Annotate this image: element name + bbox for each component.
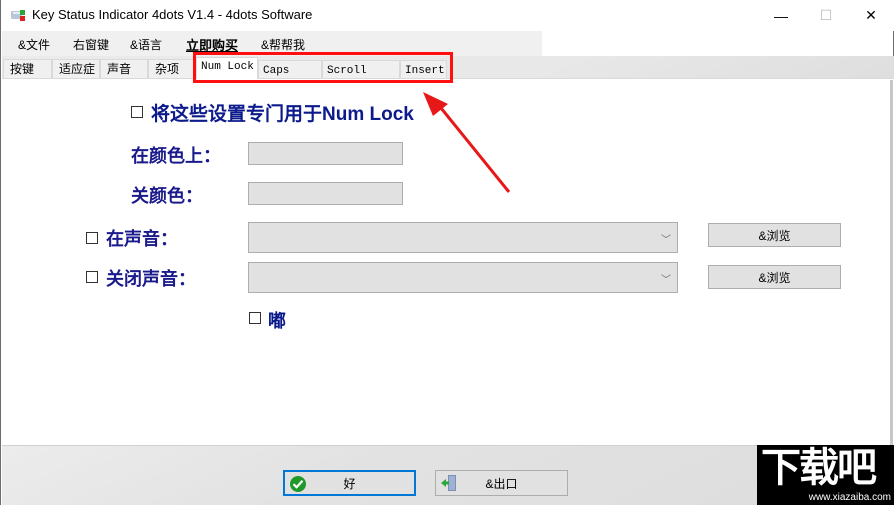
window-title: Key Status Indicator 4dots V1.4 - 4dots … <box>32 7 313 22</box>
browse-label: &浏览 <box>758 228 791 243</box>
tab-indications[interactable]: 适应症 <box>52 59 100 79</box>
window-edge <box>890 80 893 445</box>
menu-bar: &文件 右窗键 &语言 立即购买 &帮帮我 <box>2 31 542 56</box>
off-sound-checkbox[interactable] <box>86 271 98 283</box>
exit-label: &出口 <box>485 476 518 491</box>
tab-label: 适应症 <box>59 62 96 76</box>
tab-scroll-lock[interactable]: Scroll Lock <box>322 60 400 97</box>
maximize-button[interactable]: ☐ <box>803 0 849 31</box>
close-button[interactable]: ✕ <box>848 0 894 31</box>
exit-button[interactable]: &出口 <box>435 470 568 496</box>
tab-insert[interactable]: Insert <box>400 60 447 79</box>
on-color-field[interactable] <box>248 142 403 165</box>
tab-label: 杂项 <box>155 62 180 76</box>
minimize-icon: — <box>774 7 788 24</box>
chevron-down-icon: ﹀ <box>661 275 671 286</box>
tab-keys[interactable]: 按键 <box>3 59 52 79</box>
minimize-button[interactable]: — <box>758 0 804 31</box>
ok-label: 好 <box>343 476 356 491</box>
menu-right-window-key[interactable]: 右窗键 <box>73 36 109 53</box>
menu-language[interactable]: &语言 <box>130 36 162 53</box>
tab-label: 声音 <box>107 62 132 76</box>
ok-button[interactable]: 好 <box>283 470 416 496</box>
app-window: Key Status Indicator 4dots V1.4 - 4dots … <box>0 0 894 505</box>
watermark-logo: 下载吧 <box>761 445 877 491</box>
chevron-down-icon: ﹀ <box>661 235 671 246</box>
title-bar: Key Status Indicator 4dots V1.4 - 4dots … <box>1 0 894 31</box>
dedicate-settings-checkbox[interactable] <box>131 106 143 118</box>
off-color-field[interactable] <box>248 182 403 205</box>
off-sound-select[interactable]: ﹀ <box>248 262 678 293</box>
on-sound-browse-button[interactable]: &浏览 <box>708 223 841 247</box>
browse-label: &浏览 <box>758 270 791 285</box>
tab-strip: 按键 适应症 声音 杂项 Num Lock Caps Lock Scroll L… <box>2 56 894 97</box>
keyboard-app-icon <box>11 10 25 21</box>
tab-num-lock[interactable]: Num Lock <box>196 57 258 79</box>
tab-caps-lock[interactable]: Caps Lock <box>258 60 322 97</box>
maximize-icon: ☐ <box>819 7 833 23</box>
close-icon: ✕ <box>865 7 877 23</box>
num-lock-panel: 将这些设置专门用于Num Lock 在颜色上： 关颜色： 在声音： ﹀ &浏览 … <box>2 78 894 445</box>
beep-checkbox[interactable] <box>249 312 261 324</box>
tab-sounds[interactable]: 声音 <box>100 59 148 79</box>
menu-help[interactable]: &帮帮我 <box>261 36 305 53</box>
on-color-label: 在颜色上： <box>131 146 221 166</box>
off-color-label: 关颜色： <box>131 186 203 206</box>
on-sound-checkbox[interactable] <box>86 232 98 244</box>
menu-buy-now[interactable]: 立即购买 <box>186 35 238 54</box>
beep-label: 嘟 <box>268 311 286 331</box>
off-sound-label: 关闭声音： <box>106 269 196 289</box>
menu-file[interactable]: &文件 <box>18 36 50 53</box>
tab-label: Num Lock <box>201 61 254 73</box>
dedicate-settings-label: 将这些设置专门用于Num Lock <box>151 104 414 125</box>
tab-misc[interactable]: 杂项 <box>148 59 195 79</box>
on-sound-label: 在声音： <box>106 229 178 249</box>
off-sound-browse-button[interactable]: &浏览 <box>708 265 841 289</box>
on-sound-select[interactable]: ﹀ <box>248 222 678 253</box>
tab-label: Insert <box>405 65 445 77</box>
tab-label: 按键 <box>10 62 35 76</box>
watermark: 下载吧 www.xiazaiba.com <box>757 445 894 505</box>
exit-door-icon <box>441 475 456 491</box>
checkmark-icon <box>290 476 306 492</box>
watermark-url: www.xiazaiba.com <box>808 492 891 503</box>
